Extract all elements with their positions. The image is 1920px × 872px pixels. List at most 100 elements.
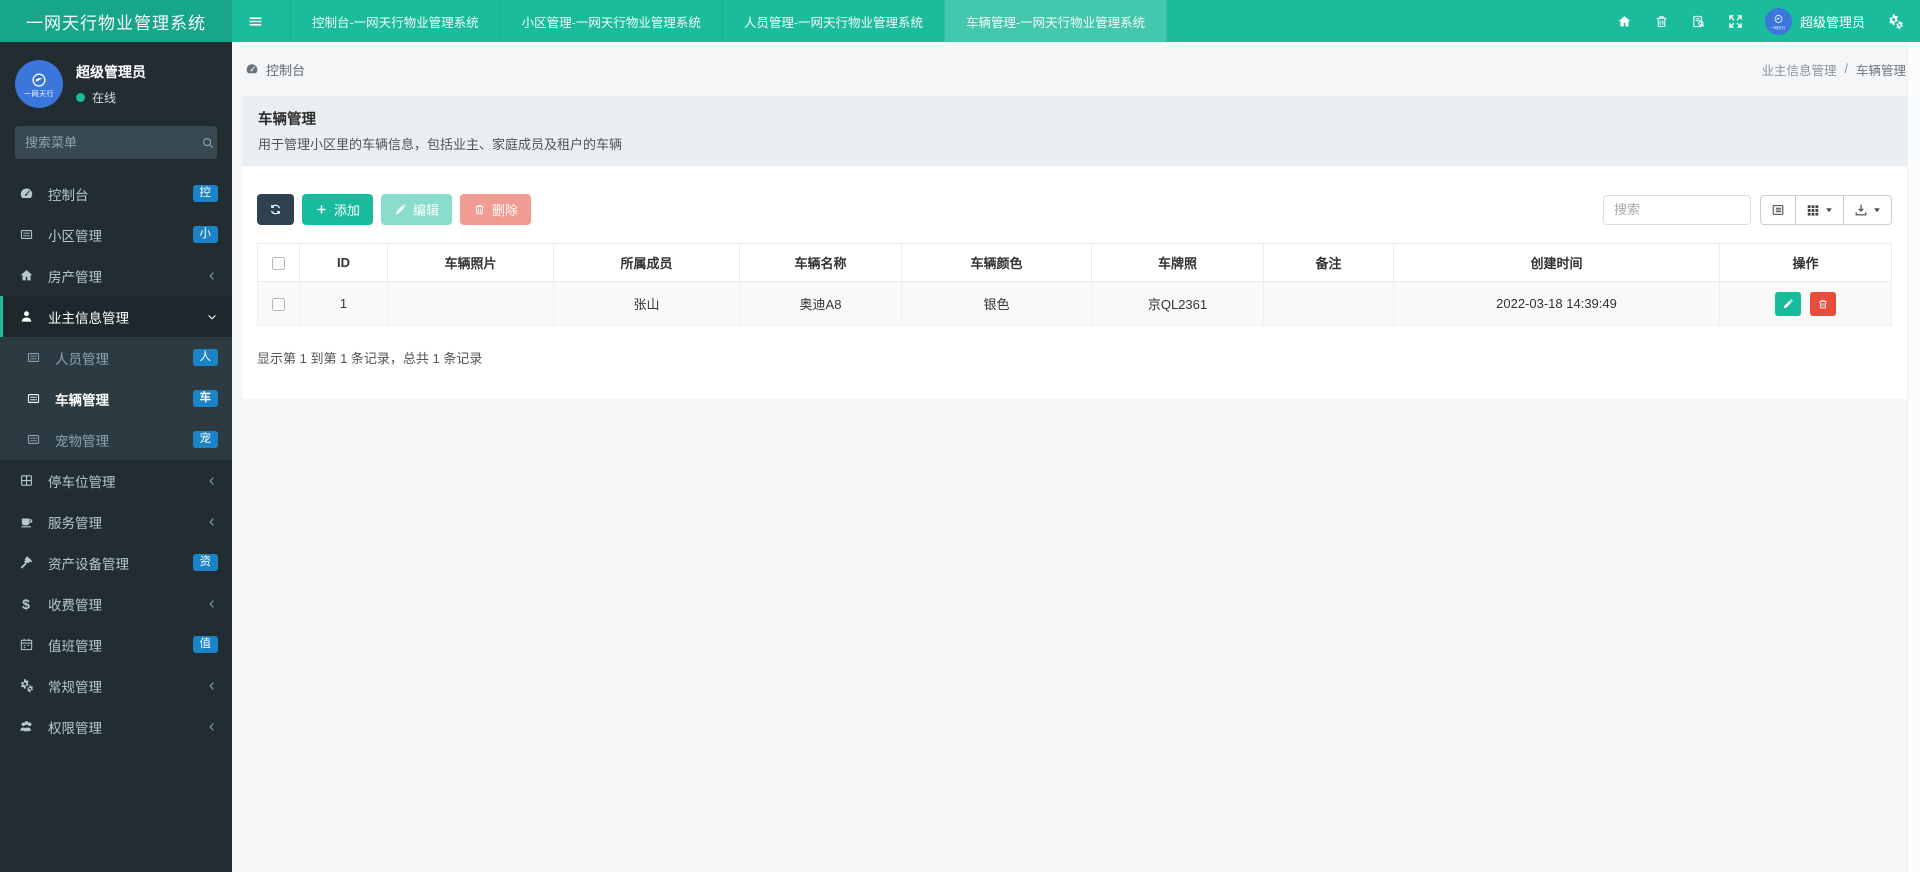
row-checkbox[interactable] xyxy=(272,298,285,312)
vehicle-panel: 车辆管理 用于管理小区里的车辆信息，包括业主、家庭成员及租户的车辆 添加 编辑 xyxy=(242,96,1907,399)
table-row[interactable]: 1 张山 奥迪A8 银色 京QL2361 2022-03-18 14:39:49 xyxy=(257,281,1892,326)
tab-console[interactable]: 控制台-一网天行物业管理系统 xyxy=(290,0,500,42)
log-search-icon[interactable] xyxy=(1691,14,1706,29)
menu-badge: 控 xyxy=(192,185,218,202)
sidebar-item-property[interactable]: 房产管理 xyxy=(0,255,232,296)
users-icon xyxy=(15,719,37,734)
col-actions: 操作 xyxy=(1719,243,1892,282)
row-edit-button[interactable] xyxy=(1774,291,1801,316)
toolbar-right xyxy=(1603,194,1892,225)
app-window: 一网天行物业管理系统 控制台-一网天行物业管理系统 小区管理-一网天行物业管理系… xyxy=(0,0,1920,872)
sidebar-item-owner-info[interactable]: 业主信息管理 xyxy=(0,296,232,337)
scrollbar-track[interactable] xyxy=(1907,42,1920,872)
refresh-icon xyxy=(269,203,282,216)
breadcrumb-separator: / xyxy=(1844,62,1848,76)
table-icon xyxy=(22,350,44,365)
table-header-row: ID 车辆照片 所属成员 车辆名称 车辆颜色 车牌照 备注 创建时间 操作 xyxy=(257,243,1892,282)
table-icon xyxy=(22,432,44,447)
sidebar-user-panel: 一网天行 超级管理员 在线 xyxy=(0,42,232,116)
avatar: 一网天行 xyxy=(15,60,63,108)
tab-community[interactable]: 小区管理-一网天行物业管理系统 xyxy=(499,0,722,42)
trash-icon xyxy=(1817,298,1829,310)
cogs-icon xyxy=(15,678,37,693)
breadcrumb-console[interactable]: 控制台 xyxy=(245,60,305,79)
tab-personnel[interactable]: 人员管理-一网天行物业管理系统 xyxy=(721,0,944,42)
sidebar-user-name: 超级管理员 xyxy=(76,64,146,80)
table-toolbar: 添加 编辑 删除 xyxy=(257,194,1892,225)
row-delete-button[interactable] xyxy=(1810,291,1837,316)
cell-photo xyxy=(387,281,554,326)
table-search-input[interactable] xyxy=(1603,194,1751,225)
panel-body: 添加 编辑 删除 搜索 ID 车辆照片 所属成员 车辆名称 车辆颜色 车牌照 备… xyxy=(242,166,1907,399)
add-button[interactable]: 添加 xyxy=(302,194,374,225)
sidebar-item-personnel[interactable]: 人员管理 人 xyxy=(0,337,232,378)
owner-info-submenu: 人员管理 人 车辆管理 车 宠物管理 宠 xyxy=(0,337,232,460)
sidebar-item-duty[interactable]: 值班管理 值 xyxy=(0,624,232,665)
export-button[interactable] xyxy=(1843,194,1892,225)
table-icon xyxy=(15,227,37,242)
sidebar-item-service[interactable]: 服务管理 xyxy=(0,501,232,542)
open-page-tabs: 控制台-一网天行物业管理系统 小区管理-一网天行物业管理系统 人员管理-一网天行… xyxy=(290,0,1168,42)
col-member: 所属成员 xyxy=(553,243,740,282)
plus-icon xyxy=(315,203,328,216)
menu-search-input[interactable] xyxy=(25,135,201,150)
edit-button[interactable]: 编辑 xyxy=(381,194,453,225)
fullscreen-icon[interactable] xyxy=(1728,14,1743,29)
chevron-down-icon xyxy=(206,311,218,323)
col-id: ID xyxy=(299,243,388,282)
columns-button[interactable] xyxy=(1795,194,1844,225)
chevron-left-icon xyxy=(206,516,218,528)
home-icon[interactable] xyxy=(1617,14,1632,29)
sidebar-item-community[interactable]: 小区管理 小 xyxy=(0,214,232,255)
sidebar-item-permissions[interactable]: 权限管理 xyxy=(0,706,232,747)
menu-badge: 宠 xyxy=(192,431,218,448)
export-icon xyxy=(1854,203,1868,217)
pagination-summary: 显示第 1 到第 1 条记录，总共 1 条记录 xyxy=(257,351,483,366)
cell-remark xyxy=(1263,281,1394,326)
pencil-icon xyxy=(394,203,407,216)
sidebar-item-parking[interactable]: 停车位管理 xyxy=(0,460,232,501)
col-photo: 车辆照片 xyxy=(387,243,554,282)
sidebar-item-vehicle[interactable]: 车辆管理 车 xyxy=(0,378,232,419)
main-content: 控制台 业主信息管理 / 车辆管理 车辆管理 用于管理小区里的车辆信息，包括业主… xyxy=(232,42,1920,872)
sidebar-item-console[interactable]: 控制台 控 xyxy=(0,173,232,214)
col-vehicle-name: 车辆名称 xyxy=(739,243,902,282)
trash-icon[interactable] xyxy=(1654,14,1669,29)
user-menu[interactable]: 一网天行 超级管理员 xyxy=(1764,7,1865,35)
breadcrumb: 控制台 业主信息管理 / 车辆管理 xyxy=(232,42,1920,96)
col-created: 创建时间 xyxy=(1393,243,1720,282)
speedometer-icon xyxy=(15,186,37,201)
delete-button[interactable]: 删除 xyxy=(460,194,532,225)
menu-badge: 车 xyxy=(192,390,218,407)
tab-vehicle-active[interactable]: 车辆管理-一网天行物业管理系统 xyxy=(944,0,1168,42)
page-subtitle: 用于管理小区里的车辆信息，包括业主、家庭成员及租户的车辆 xyxy=(258,137,623,152)
home-icon xyxy=(15,268,37,283)
breadcrumb-parent[interactable]: 业主信息管理 xyxy=(1761,60,1836,79)
sidebar-menu: 控制台 控 小区管理 小 房产管理 业主信息管理 人员管理 人 车辆管理 车 宠… xyxy=(0,173,232,747)
page-title: 车辆管理 xyxy=(258,112,316,128)
search-icon[interactable] xyxy=(201,136,215,150)
gavel-icon xyxy=(15,555,37,570)
toggle-view-button[interactable] xyxy=(1760,194,1796,225)
list-view-icon xyxy=(1771,203,1785,217)
chevron-left-icon xyxy=(206,598,218,610)
vehicles-table: ID 车辆照片 所属成员 车辆名称 车辆颜色 车牌照 备注 创建时间 操作 1 … xyxy=(257,243,1892,326)
dollar-icon: $ xyxy=(22,595,30,612)
select-all-checkbox[interactable] xyxy=(272,257,285,271)
pencil-icon xyxy=(1782,298,1794,310)
online-status: 在线 xyxy=(76,89,146,106)
breadcrumb-trail: 业主信息管理 / 车辆管理 xyxy=(1761,60,1906,79)
sidebar-item-assets[interactable]: 资产设备管理 资 xyxy=(0,542,232,583)
sidebar-item-general[interactable]: 常规管理 xyxy=(0,665,232,706)
sidebar-toggle-button[interactable] xyxy=(232,0,278,42)
cell-created: 2022-03-18 14:39:49 xyxy=(1393,281,1720,326)
chevron-left-icon xyxy=(206,721,218,733)
sidebar-item-fees[interactable]: $ 收费管理 xyxy=(0,583,232,624)
sidebar-item-pet[interactable]: 宠物管理 宠 xyxy=(0,419,232,460)
refresh-button[interactable] xyxy=(257,194,294,225)
menu-badge: 值 xyxy=(192,636,218,653)
cell-vehicle-name: 奥迪A8 xyxy=(739,281,902,326)
panel-header: 车辆管理 用于管理小区里的车辆信息，包括业主、家庭成员及租户的车辆 xyxy=(242,96,1907,166)
settings-icon[interactable] xyxy=(1887,13,1904,30)
calendar-icon xyxy=(15,637,37,652)
